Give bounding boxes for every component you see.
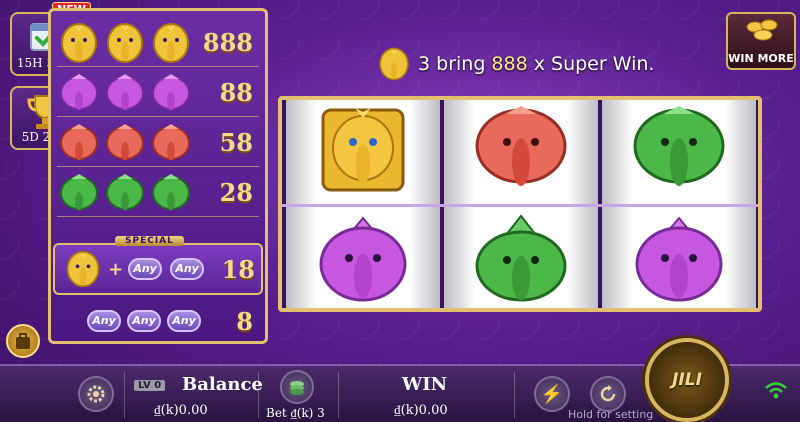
super-win-banner: 3 bring 888 x Super Win. — [376, 44, 654, 84]
green-elephant-icon — [106, 173, 144, 210]
banner-highlight: 888 — [491, 53, 528, 75]
coins-icon — [746, 19, 778, 41]
payout-value: 18 — [221, 254, 255, 284]
symbol-group — [57, 123, 207, 163]
paytable-row: 28 — [57, 169, 259, 217]
paytable-row: 88 — [57, 69, 259, 117]
turbo-button[interactable]: ⚡ — [534, 376, 570, 412]
spin-button[interactable]: JILI — [645, 338, 729, 422]
bet-button[interactable] — [280, 370, 314, 404]
symbol-group — [57, 73, 207, 113]
paytable-row: 888 — [57, 19, 259, 67]
bag-button[interactable] — [6, 324, 40, 358]
gold-ganesha-icon — [321, 108, 405, 192]
balance-label: Balance — [182, 374, 263, 395]
paytable-row: Any Any Any 8 — [57, 297, 259, 345]
red-elephant-icon — [152, 123, 190, 160]
bag-icon — [16, 333, 30, 349]
divider — [514, 372, 515, 418]
any-symbol: Any — [170, 258, 205, 280]
win-more-button[interactable]: WIN MORE — [726, 12, 796, 70]
chips-plus-icon — [290, 381, 304, 395]
green-elephant-icon — [60, 173, 98, 210]
win-value: ₫(k)0.00 — [394, 403, 448, 418]
paytable-row: 58 — [57, 119, 259, 167]
purple-elephant-icon — [319, 216, 407, 302]
paytable-panel: 888 88 58 28 SPECIAL + Any Any 18 Any An… — [48, 8, 268, 344]
any-symbol: Any — [128, 258, 163, 280]
green-elephant-icon — [633, 106, 725, 186]
purple-elephant-icon — [152, 73, 190, 110]
gold-ganesha-icon — [66, 250, 100, 288]
lightning-icon: ⚡ — [540, 383, 564, 405]
symbol-group — [57, 21, 203, 65]
gold-ganesha-icon — [153, 22, 189, 63]
bet-label[interactable]: Bet ₫(k) 3 — [266, 406, 325, 421]
wifi-icon — [765, 382, 787, 399]
plus-sign: + — [108, 258, 124, 280]
any-symbol: Any — [87, 310, 121, 332]
banner-suffix: x Super Win. — [527, 53, 655, 75]
payline — [282, 204, 758, 207]
gold-ganesha-icon — [379, 47, 409, 81]
symbol-group: Any Any Any — [57, 310, 207, 332]
spin-label: JILI — [672, 370, 702, 390]
win-label: WIN — [402, 374, 448, 395]
autoplay-button[interactable] — [590, 376, 626, 412]
purple-elephant-icon — [106, 73, 144, 110]
green-elephant-icon — [475, 214, 567, 302]
any-symbol: Any — [167, 310, 201, 332]
any-symbol: Any — [127, 310, 161, 332]
payout-value: 88 — [219, 78, 253, 107]
divider — [124, 372, 125, 418]
win-more-label: WIN MORE — [728, 52, 794, 65]
purple-elephant-icon — [60, 73, 98, 110]
green-elephant-icon — [152, 173, 190, 210]
red-elephant-icon — [60, 123, 98, 160]
special-tag: SPECIAL — [115, 236, 184, 246]
banner-text: 3 bring 888 x Super Win. — [418, 53, 654, 75]
divider — [338, 372, 339, 418]
payout-value: 28 — [219, 178, 253, 207]
reels-area — [278, 96, 762, 312]
hold-hint: Hold for setting — [568, 408, 654, 421]
gold-ganesha-icon — [107, 22, 143, 63]
paytable-special-row: SPECIAL + Any Any 18 — [53, 236, 263, 295]
purple-elephant-icon — [635, 216, 723, 302]
level-tag: LV 0 — [134, 380, 166, 391]
red-elephant-icon — [106, 123, 144, 160]
gold-ganesha-icon — [61, 22, 97, 63]
red-elephant-icon — [475, 106, 567, 186]
symbol-group — [57, 173, 207, 213]
banner-prefix: 3 bring — [418, 53, 492, 75]
payout-value: 8 — [236, 306, 253, 336]
gear-icon — [87, 385, 105, 403]
payout-value: 888 — [202, 28, 253, 57]
symbol-group: + Any Any — [55, 249, 215, 289]
settings-button[interactable] — [78, 376, 114, 412]
balance-value: ₫(k)0.00 — [154, 403, 208, 418]
payout-value: 58 — [219, 128, 253, 157]
autoplay-icon — [600, 385, 616, 402]
